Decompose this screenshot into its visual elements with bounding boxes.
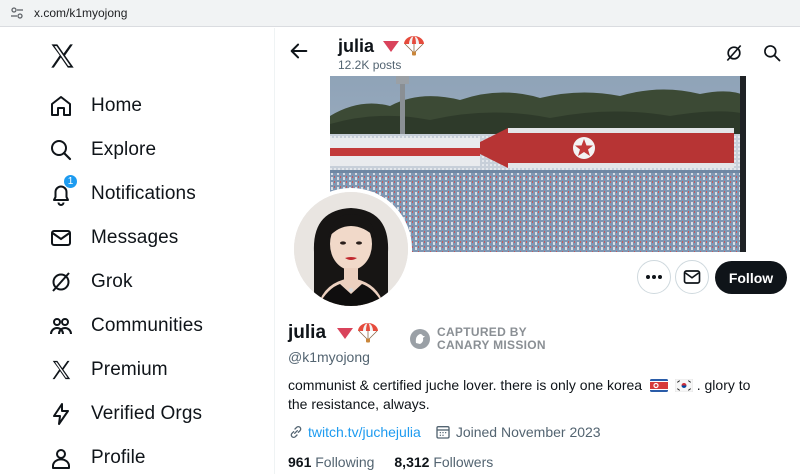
sidebar-item-label: Grok <box>91 271 133 292</box>
envelope-icon <box>48 225 74 251</box>
followers-stat[interactable]: 8,312 Followers <box>394 454 493 470</box>
sidebar-item-label: Premium <box>91 359 168 380</box>
home-icon <box>48 93 74 119</box>
profile-avatar[interactable] <box>290 188 412 310</box>
captured-by-canary-mission-badge[interactable]: CAPTURED BY CANARY MISSION <box>409 326 546 352</box>
profile-display-name: julia <box>288 322 379 344</box>
lightning-icon <box>48 401 74 427</box>
sidebar-item-profile[interactable]: Profile <box>48 440 146 474</box>
red-triangle-icon <box>383 41 400 52</box>
sidebar-item-home[interactable]: Home <box>48 88 142 124</box>
profile-handle: @k1myojong <box>288 349 370 365</box>
grok-icon[interactable] <box>724 43 744 63</box>
sidebar-item-communities[interactable]: Communities <box>48 308 203 344</box>
captured-line-2: CANARY MISSION <box>437 338 546 352</box>
bio-text-start: communist & certified juche lover. there… <box>288 377 643 393</box>
south-korea-flag-icon <box>674 379 693 392</box>
x-logo-icon[interactable] <box>48 42 76 70</box>
site-settings-icon[interactable] <box>10 6 24 20</box>
x-logo-icon <box>48 357 74 383</box>
profile-header-bar: julia 12.2K posts <box>276 28 800 76</box>
sidebar-item-label: Verified Orgs <box>91 403 203 424</box>
profile-meta-row: twitch.tv/juchejulia Joined November 202… <box>288 424 601 440</box>
search-icon <box>48 137 74 163</box>
header-display-name: julia <box>338 35 425 57</box>
sidebar-item-premium[interactable]: Premium <box>48 352 168 388</box>
sidebar-item-label: Explore <box>91 139 157 160</box>
sidebar-item-label: Communities <box>91 315 203 336</box>
notification-count-badge: 1 <box>63 174 78 189</box>
following-stat[interactable]: 961 Following <box>288 454 374 470</box>
envelope-icon <box>683 270 701 284</box>
sidebar-item-label: Notifications <box>91 183 196 204</box>
browser-address-bar[interactable]: x.com/k1myojong <box>0 0 800 27</box>
sidebar-item-grok[interactable]: Grok <box>48 264 133 300</box>
profile-website-link[interactable]: twitch.tv/juchejulia <box>308 424 421 440</box>
red-triangle-icon <box>337 328 354 339</box>
header-post-count: 12.2K posts <box>338 58 402 72</box>
north-korea-flag-icon <box>649 379 668 392</box>
back-arrow-icon[interactable] <box>288 40 310 62</box>
more-dots-icon <box>646 275 662 279</box>
link-icon <box>290 426 302 438</box>
more-options-button[interactable] <box>637 260 671 294</box>
bell-icon: 1 <box>48 174 78 207</box>
parachute-icon <box>404 36 425 56</box>
sidebar-item-verified-orgs[interactable]: Verified Orgs <box>48 396 202 432</box>
joined-date: Joined November 2023 <box>435 424 601 440</box>
canary-logo-icon <box>410 329 430 349</box>
profile-main-column: julia 12.2K posts Follow julia @k1myojon… <box>276 28 800 474</box>
follow-stats: 961 Following 8,312 Followers <box>288 454 513 470</box>
calendar-icon <box>436 426 450 439</box>
sidebar-item-label: Profile <box>91 447 146 468</box>
left-sidebar: Home Explore 1 Notifications Messages Gr… <box>0 28 275 474</box>
profile-bio: communist & certified juche lover. there… <box>288 376 768 414</box>
sidebar-item-label: Messages <box>91 227 179 248</box>
sidebar-item-notifications[interactable]: 1 Notifications <box>48 174 196 212</box>
follow-button[interactable]: Follow <box>715 261 787 294</box>
person-icon <box>48 445 74 471</box>
message-button[interactable] <box>675 260 709 294</box>
url-text: x.com/k1myojong <box>34 6 128 20</box>
people-icon <box>48 313 74 339</box>
sidebar-item-messages[interactable]: Messages <box>48 220 178 256</box>
search-icon[interactable] <box>762 43 782 63</box>
grok-icon <box>48 269 74 295</box>
sidebar-item-explore[interactable]: Explore <box>48 132 156 168</box>
parachute-icon <box>358 323 379 343</box>
sidebar-item-label: Home <box>91 95 143 116</box>
